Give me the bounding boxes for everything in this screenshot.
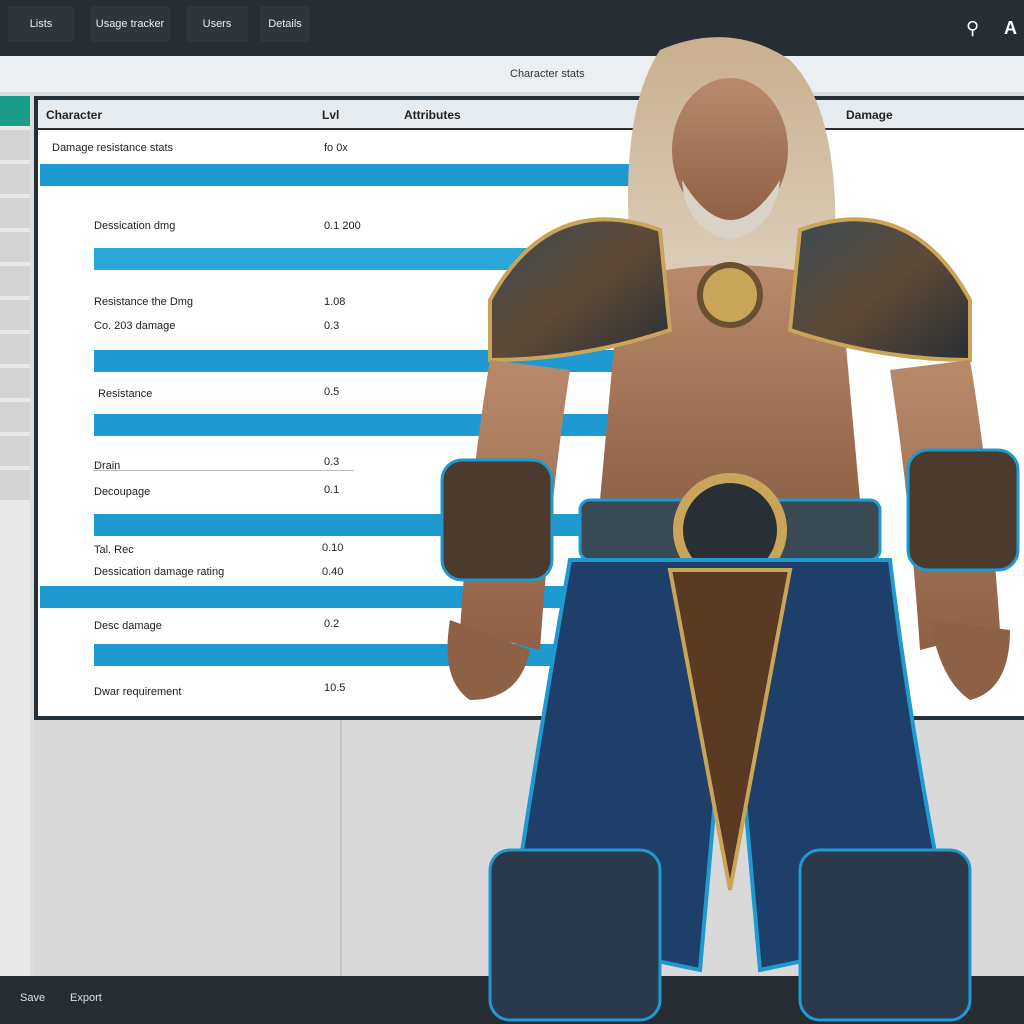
sidebar-item[interactable] [0,402,30,432]
row-value: 0.3 [324,456,340,468]
row-label: Resistance [98,388,153,400]
row-value: 0.5 [324,386,340,398]
row-value: 0.40 [322,566,344,578]
row-label: Dwar requirement [94,686,182,698]
sidebar-item[interactable] [0,436,30,466]
sidebar-item[interactable] [0,232,30,262]
row-label: Decoupage [94,486,151,498]
sidebar-item[interactable] [0,164,30,194]
row-label: Dessication damage rating [94,566,225,578]
sidebar [0,96,30,976]
row-value: 1.08 [324,296,346,308]
tab-users[interactable]: Users [186,6,248,42]
save-button[interactable]: Save [20,992,45,1004]
sidebar-item[interactable] [0,96,30,126]
sidebar-item[interactable] [0,198,30,228]
row-label: Desc damage [94,620,162,632]
row-value: 0.3 [324,320,340,332]
col-header[interactable]: Lvl [322,108,339,122]
sidebar-item[interactable] [0,130,30,160]
character-illustration [440,37,1020,1022]
row-label: Tal. Rec [94,544,134,556]
row-value: 0.2 [324,618,340,630]
row-value: 0.10 [322,542,344,554]
col-header[interactable]: Character [46,108,102,122]
row-value: 0.1 200 [324,220,361,232]
row-value: 10.5 [324,682,346,694]
sidebar-item[interactable] [0,470,30,500]
tab-details[interactable]: Details [260,6,310,42]
row-label: Resistance the Dmg [94,296,194,308]
row-label: Co. 203 damage [94,320,176,332]
sidebar-item[interactable] [0,266,30,296]
divider [94,470,354,471]
sidebar-item[interactable] [0,334,30,364]
export-button[interactable]: Export [70,992,102,1004]
row-value: fo 0x [324,142,348,154]
sidebar-item[interactable] [0,368,30,398]
divider [340,720,342,976]
row-value: 0.1 [324,484,340,496]
tab-usage[interactable]: Usage tracker [90,6,170,42]
sidebar-item[interactable] [0,300,30,330]
row-label: Dessication dmg [94,220,176,232]
row-label: Damage resistance stats [52,142,174,154]
tab-lists[interactable]: Lists [8,6,74,42]
